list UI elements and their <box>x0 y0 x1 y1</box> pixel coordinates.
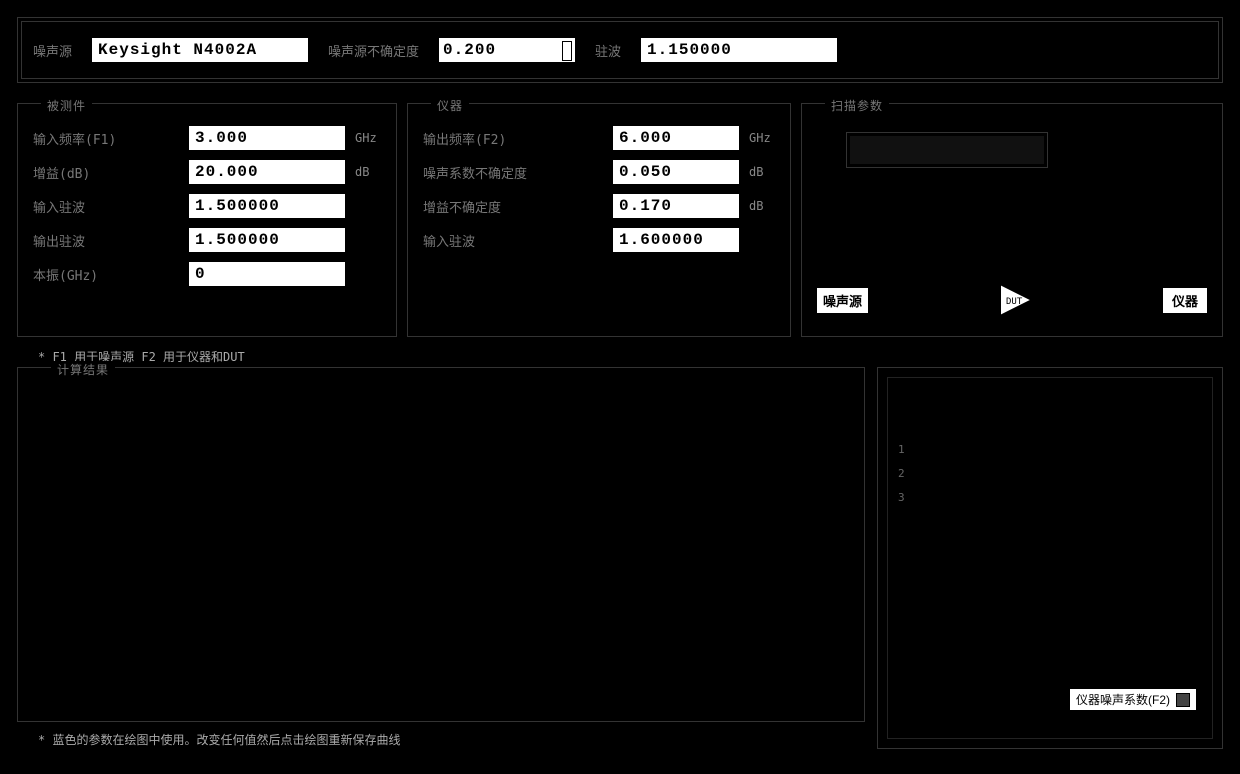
label-lo: 本振(GHz) <box>33 265 179 284</box>
label-vswr: 驻波 <box>595 41 621 60</box>
label-f1: 输入频率(F1) <box>33 129 179 148</box>
group-sweep-title: 扫描参数 <box>825 97 889 114</box>
input-f2[interactable]: 6.000 <box>611 124 741 152</box>
row-f1: 输入频率(F1) 3.000 GHz <box>33 121 381 155</box>
label-noise-source: 噪声源 <box>33 41 72 60</box>
row-out-vswr: 输出驻波 1.500000 <box>33 223 381 257</box>
label-ns-uncertainty: 噪声源不确定度 <box>328 41 419 60</box>
row-in-vswr: 输入驻波 1.500000 <box>33 189 381 223</box>
tick-2: 2 <box>898 462 905 486</box>
legend-label: 仪器噪声系数(F2) <box>1076 691 1170 708</box>
btn-noise-source[interactable]: 噪声源 <box>815 286 870 315</box>
input-f1[interactable]: 3.000 <box>187 124 347 152</box>
tick-1: 1 <box>898 438 905 462</box>
unit-nf-unc: dB <box>749 165 775 179</box>
input-nf-unc[interactable]: 0.050 <box>611 158 741 186</box>
group-instrument: 仪器 输出频率(F2) 6.000 GHz 噪声系数不确定度 0.050 dB … <box>408 104 790 336</box>
input-ns-uncertainty[interactable]: 0.200 <box>437 36 577 64</box>
plot-y-ticks: 1 2 3 <box>898 438 905 510</box>
input-noise-source-model[interactable]: Keysight N4002A <box>90 36 310 64</box>
group-instrument-title: 仪器 <box>431 97 469 114</box>
label-instr-vswr: 输入驻波 <box>423 231 603 250</box>
unit-gain: dB <box>355 165 381 179</box>
row-instr-vswr: 输入驻波 1.600000 <box>423 223 775 257</box>
group-results-title: 计算结果 <box>51 361 115 378</box>
label-in-vswr: 输入驻波 <box>33 197 179 216</box>
signal-diagram: 噪声源 DUT 仪器 <box>815 273 1209 327</box>
legend-swatch-icon <box>1176 693 1190 707</box>
label-gain: 增益(dB) <box>33 163 179 182</box>
group-dut: 被测件 输入频率(F1) 3.000 GHz 增益(dB) 20.000 dB … <box>18 104 396 336</box>
label-nf-unc: 噪声系数不确定度 <box>423 163 603 182</box>
row-f2: 输出频率(F2) 6.000 GHz <box>423 121 775 155</box>
input-in-vswr[interactable]: 1.500000 <box>187 192 347 220</box>
input-gain[interactable]: 20.000 <box>187 158 347 186</box>
unit-f2: GHz <box>749 131 775 145</box>
amp-label: DUT <box>1006 297 1023 307</box>
group-sweep: 扫描参数 噪声源 DUT 仪器 <box>802 104 1222 336</box>
input-out-vswr[interactable]: 1.500000 <box>187 226 347 254</box>
tick-3: 3 <box>898 486 905 510</box>
plot-legend[interactable]: 仪器噪声系数(F2) <box>1068 687 1198 712</box>
note-f1f2: * F1 用于噪声源 F2 用于仪器和DUT <box>18 344 1222 368</box>
group-dut-title: 被测件 <box>41 97 92 114</box>
top-bar: 噪声源 Keysight N4002A 噪声源不确定度 0.200 驻波 1.1… <box>18 18 1222 82</box>
unit-gain-unc: dB <box>749 199 775 213</box>
row-gain: 增益(dB) 20.000 dB <box>33 155 381 189</box>
label-out-vswr: 输出驻波 <box>33 231 179 250</box>
unit-f1: GHz <box>355 131 381 145</box>
input-gain-unc[interactable]: 0.170 <box>611 192 741 220</box>
input-vswr[interactable]: 1.150000 <box>639 36 839 64</box>
input-lo[interactable]: 0 <box>187 260 347 288</box>
group-results: 计算结果 <box>18 368 864 721</box>
plot-panel: 1 2 3 仪器噪声系数(F2) <box>878 368 1222 748</box>
note-plot: * 蓝色的参数在绘图中使用。改变任何值然后点击绘图重新保存曲线 <box>18 721 864 748</box>
input-instr-vswr[interactable]: 1.600000 <box>611 226 741 254</box>
amplifier-icon: DUT <box>986 282 1046 318</box>
row-gain-unc: 增益不确定度 0.170 dB <box>423 189 775 223</box>
label-gain-unc: 增益不确定度 <box>423 197 603 216</box>
label-f2: 输出频率(F2) <box>423 129 603 148</box>
row-nf-unc: 噪声系数不确定度 0.050 dB <box>423 155 775 189</box>
btn-instrument[interactable]: 仪器 <box>1161 286 1209 315</box>
row-lo: 本振(GHz) 0 <box>33 257 381 291</box>
sweep-result-box <box>847 133 1047 167</box>
